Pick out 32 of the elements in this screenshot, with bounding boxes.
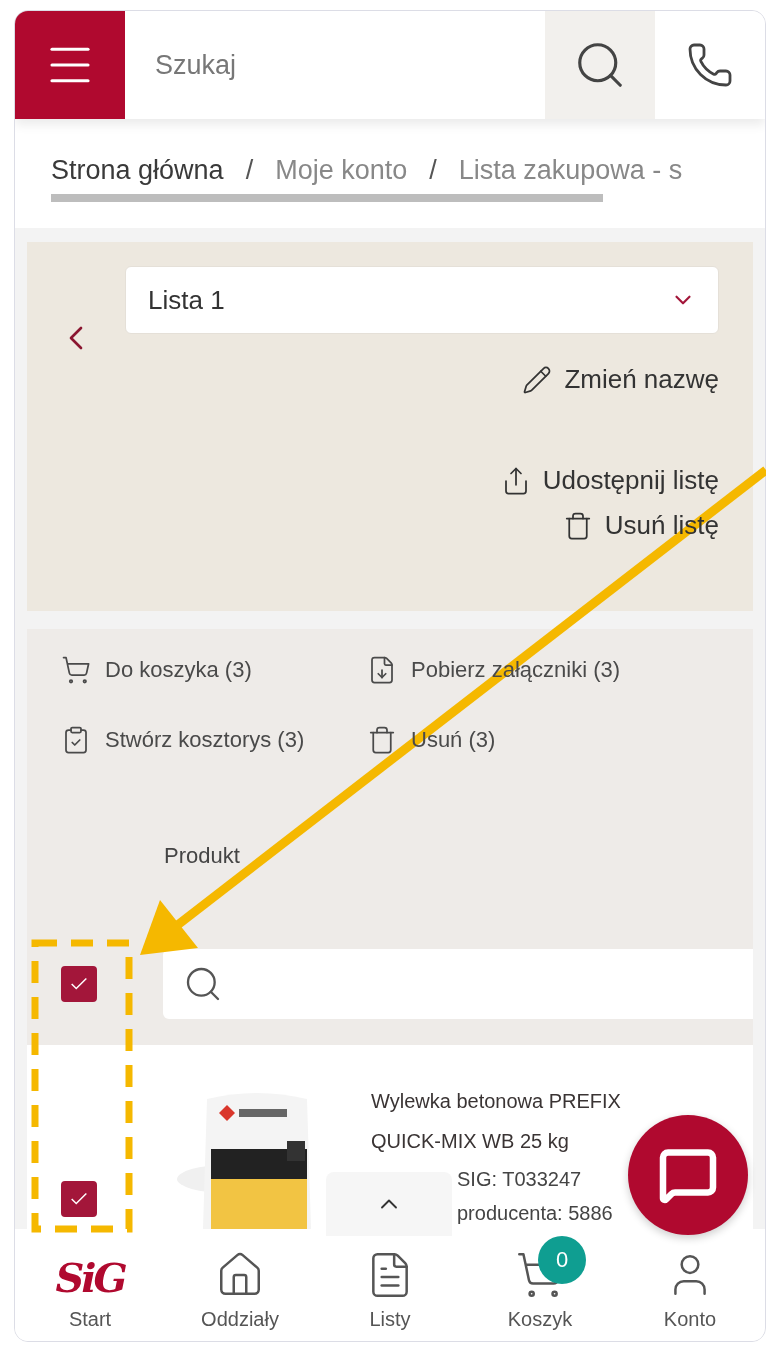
product-code: SIG: T033247: [457, 1166, 582, 1192]
pencil-icon: [522, 364, 553, 395]
product-filter-field[interactable]: [163, 948, 753, 1019]
search-field[interactable]: Szukaj: [125, 11, 545, 120]
nav-tab[interactable]: Listy: [330, 1236, 450, 1331]
menu-button[interactable]: [15, 11, 125, 120]
breadcrumb-link[interactable]: Strona główna: [51, 155, 224, 187]
list-action-link[interactable]: Zmień nazwę: [522, 364, 719, 396]
checkbox[interactable]: [61, 1180, 97, 1217]
search-button[interactable]: [545, 11, 655, 120]
breadcrumb-link[interactable]: Lista zakupowa - s: [458, 155, 683, 187]
product-name[interactable]: Wylewka betonowa PREFIX QUICK-MIX WB 25 kg: [371, 1080, 627, 1161]
nav-tab[interactable]: SiG Start: [30, 1242, 150, 1331]
nav-tab[interactable]: Konto: [630, 1236, 750, 1331]
scrollbar[interactable]: [51, 194, 603, 203]
breadcrumb-separator: /: [245, 155, 254, 187]
bulk-action-button[interactable]: Stwórz kosztorys (3): [61, 724, 305, 755]
logo: SiG: [55, 1256, 125, 1300]
product-code: producenta: 5886: [457, 1200, 613, 1226]
cart-icon: [61, 654, 91, 685]
list-action-link[interactable]: Udostępnij listę: [500, 465, 719, 497]
breadcrumb-link[interactable]: Moje konto: [275, 155, 408, 187]
nav-tab[interactable]: 0 Koszyk: [480, 1236, 600, 1331]
trash-icon: [367, 724, 397, 755]
breadcrumb-separator: /: [429, 155, 437, 187]
phone-button[interactable]: [655, 11, 765, 120]
bulk-action-button[interactable]: Do koszyka (3): [61, 654, 252, 685]
checkbox[interactable]: [61, 965, 97, 1002]
list-select[interactable]: Lista 1: [125, 266, 719, 335]
nav-tab[interactable]: Oddziały: [180, 1236, 300, 1331]
cart-count-badge: 0: [538, 1236, 586, 1284]
column-header: Produkt: [164, 842, 241, 869]
